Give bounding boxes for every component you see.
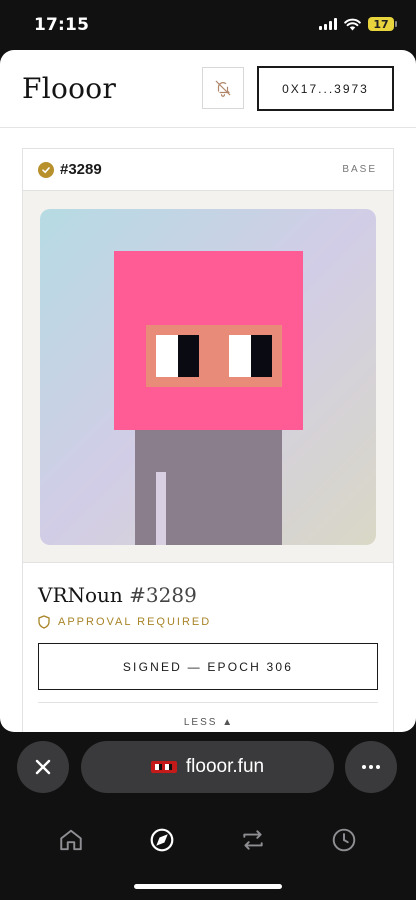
app-logo[interactable]: Flooor — [22, 72, 116, 105]
nft-number: #3289 — [129, 583, 197, 607]
wallet-address-button[interactable]: 0X17...3973 — [257, 66, 394, 111]
card-header: #3289 BASE — [23, 149, 393, 191]
nft-image-area — [23, 191, 393, 563]
browser-tab-bar — [0, 812, 416, 872]
web-content: Flooor 0X17...3973 #3289 BASE VRNoun #32… — [0, 50, 416, 732]
more-icon — [362, 765, 380, 769]
nft-artwork — [114, 251, 303, 545]
battery-icon: 17 — [368, 17, 397, 31]
tab-explore[interactable] — [148, 826, 176, 854]
wifi-icon — [344, 18, 361, 30]
close-icon — [35, 759, 51, 775]
signed-epoch-button[interactable]: SIGNED — EPOCH 306 — [38, 643, 378, 690]
divider — [38, 702, 378, 703]
shield-icon — [38, 615, 50, 629]
home-indicator[interactable] — [134, 884, 282, 889]
app-header: Flooor 0X17...3973 — [0, 50, 416, 128]
status-bar: 17:15 17 — [0, 0, 416, 50]
signal-icon — [319, 18, 337, 30]
tab-swap[interactable] — [239, 826, 267, 854]
address-bar[interactable]: flooor.fun — [81, 741, 334, 793]
nft-body-stripe — [156, 472, 166, 545]
nft-name: VRNoun — [38, 583, 123, 607]
site-favicon-icon — [150, 761, 177, 773]
verified-badge-icon — [38, 161, 54, 178]
nft-image[interactable] — [40, 209, 376, 545]
status-time: 17:15 — [34, 15, 90, 35]
chain-label: BASE — [342, 164, 377, 175]
home-icon — [60, 829, 82, 851]
swap-icon — [243, 830, 263, 850]
approval-status: APPROVAL REQUIRED — [38, 615, 211, 629]
approval-label: APPROVAL REQUIRED — [58, 616, 212, 628]
tab-home[interactable] — [57, 826, 85, 854]
url-text: flooor.fun — [185, 756, 265, 777]
close-tab-button[interactable] — [17, 741, 69, 793]
less-toggle[interactable]: LESS ▲ — [23, 717, 395, 728]
status-icons: 17 — [319, 17, 397, 31]
bell-off-icon — [215, 80, 231, 97]
notifications-button[interactable] — [202, 67, 244, 109]
more-options-button[interactable] — [345, 741, 397, 793]
compass-icon — [150, 828, 174, 852]
clock-icon — [332, 828, 356, 852]
nft-card: #3289 BASE VRNoun #3289 APPROVAL REQUIRE… — [22, 148, 394, 732]
tab-history[interactable] — [330, 826, 358, 854]
token-id: #3289 — [60, 161, 102, 178]
nft-title: VRNoun #3289 — [38, 583, 197, 607]
browser-bar: flooor.fun — [0, 732, 416, 812]
